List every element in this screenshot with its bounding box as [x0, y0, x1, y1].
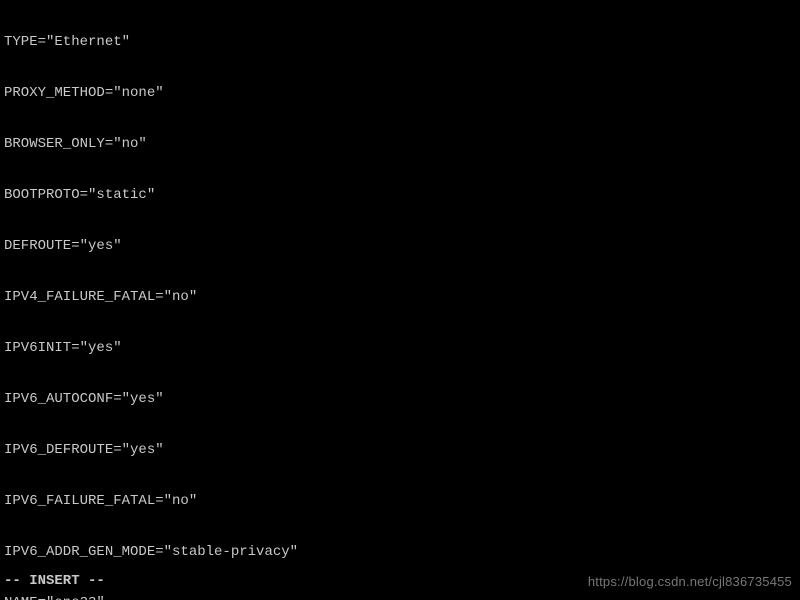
config-line: DEFROUTE="yes": [4, 238, 796, 255]
config-line: NAME="ens33": [4, 595, 796, 600]
config-line: BOOTPROTO="static": [4, 187, 796, 204]
config-line: IPV6INIT="yes": [4, 340, 796, 357]
vi-editor-buffer[interactable]: TYPE="Ethernet" PROXY_METHOD="none" BROW…: [0, 0, 800, 600]
config-line: IPV6_ADDR_GEN_MODE="stable-privacy": [4, 544, 796, 561]
config-line: IPV6_FAILURE_FATAL="no": [4, 493, 796, 510]
config-line: PROXY_METHOD="none": [4, 85, 796, 102]
vi-status-mode: -- INSERT --: [4, 573, 105, 590]
config-line: IPV6_AUTOCONF="yes": [4, 391, 796, 408]
config-line: TYPE="Ethernet": [4, 34, 796, 51]
watermark-text: https://blog.csdn.net/cjl836735455: [588, 573, 792, 590]
config-line: IPV6_DEFROUTE="yes": [4, 442, 796, 459]
config-line: IPV4_FAILURE_FATAL="no": [4, 289, 796, 306]
config-line: BROWSER_ONLY="no": [4, 136, 796, 153]
